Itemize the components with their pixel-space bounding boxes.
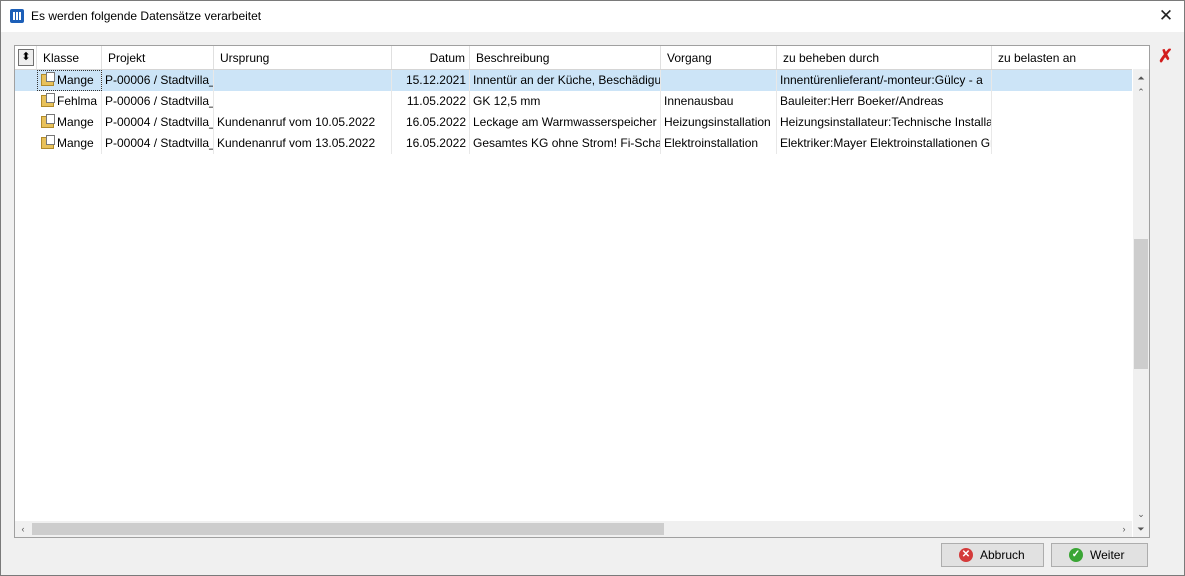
scroll-right-icon[interactable]: › (1116, 522, 1132, 536)
cancel-button[interactable]: ✕ Abbruch (941, 543, 1044, 567)
cell-datum[interactable]: 16.05.2022 (392, 112, 470, 133)
column-header-projekt[interactable]: Projekt (102, 46, 214, 69)
cell-ursprung[interactable]: Kundenanruf vom 10.05.2022 (214, 112, 392, 133)
cell-vorgang[interactable]: Heizungsinstallation (661, 112, 777, 133)
dialog-window: Es werden folgende Datensätze verarbeite… (0, 0, 1185, 576)
vertical-scroll-thumb[interactable] (1134, 239, 1148, 369)
cell-klasse[interactable]: Mange (37, 70, 102, 91)
column-header-beschreibung[interactable]: Beschreibung (470, 46, 661, 69)
cell-vorgang[interactable]: Innenausbau (661, 91, 777, 112)
records-grid: ⬍ Klasse Projekt Ursprung Datum Beschrei… (14, 45, 1150, 538)
cell-klasse[interactable]: Mange (37, 133, 102, 154)
cancel-icon: ✕ (959, 548, 973, 562)
next-button[interactable]: ✓ Weiter (1051, 543, 1148, 567)
cell-zu-belasten-an[interactable] (992, 112, 1132, 133)
scroll-top-icon[interactable]: ⏶ (1133, 71, 1149, 85)
scroll-left-icon[interactable]: ‹ (15, 522, 31, 536)
cell-klasse-text: Mange (57, 115, 94, 129)
cell-datum[interactable]: 11.05.2022 (392, 91, 470, 112)
column-header-zu-belasten-an[interactable]: zu belasten an (992, 46, 1132, 69)
horizontal-scroll-thumb[interactable] (32, 523, 664, 535)
cancel-button-label: Abbruch (980, 548, 1025, 562)
cell-projekt[interactable]: P-00006 / Stadtvilla_ (102, 91, 214, 112)
folder-check-icon (41, 135, 55, 149)
vertical-scrollbar[interactable]: ⏶ ⌃ ⌄ (1133, 69, 1149, 521)
scroll-up-icon[interactable]: ⌃ (1133, 85, 1149, 99)
cell-klasse-text: Fehlma (57, 94, 98, 108)
folder-check-icon (41, 114, 55, 128)
window-title: Es werden folgende Datensätze verarbeite… (31, 9, 262, 23)
table-row[interactable]: Mange P-00004 / Stadtvilla_ Kundenanruf … (15, 112, 1132, 133)
cell-zu-beheben-durch[interactable]: Elektriker:Mayer Elektroinstallationen G… (777, 133, 992, 154)
cell-ursprung[interactable] (214, 70, 392, 91)
cell-klasse[interactable]: Fehlma (37, 91, 102, 112)
table-row[interactable]: Fehlma P-00006 / Stadtvilla_ 11.05.2022 … (15, 91, 1132, 112)
column-header-datum[interactable]: Datum (392, 46, 470, 69)
cell-klasse[interactable]: Mange (37, 112, 102, 133)
table-row[interactable]: Mange P-00004 / Stadtvilla_ Kundenanruf … (15, 133, 1132, 154)
cell-vorgang[interactable] (661, 70, 777, 91)
cell-klasse-text: Mange (57, 73, 94, 87)
app-icon (10, 9, 24, 23)
table-row[interactable]: Mange P-00006 / Stadtvilla_ 15.12.2021 I… (15, 70, 1132, 91)
scroll-corner: ⏷ (1133, 521, 1149, 537)
cell-vorgang[interactable]: Elektroinstallation (661, 133, 777, 154)
red-x-icon[interactable]: ✗ (1158, 47, 1173, 65)
cell-beschreibung[interactable]: Leckage am Warmwasserspeicher - (470, 112, 661, 133)
checkmark-icon: ✓ (1069, 548, 1083, 562)
folder-check-icon (41, 93, 55, 107)
scroll-bottom-icon[interactable]: ⏷ (1133, 522, 1149, 536)
cell-datum[interactable]: 15.12.2021 (392, 70, 470, 91)
cell-projekt[interactable]: P-00006 / Stadtvilla_ (102, 70, 214, 91)
column-header-zu-beheben-durch[interactable]: zu beheben durch (777, 46, 992, 69)
cell-ursprung[interactable]: Kundenanruf vom 13.05.2022 (214, 133, 392, 154)
next-button-label: Weiter (1090, 548, 1125, 562)
cell-datum[interactable]: 16.05.2022 (392, 133, 470, 154)
cell-zu-beheben-durch[interactable]: Heizungsinstallateur:Technische Installa (777, 112, 992, 133)
cell-projekt[interactable]: P-00004 / Stadtvilla_ (102, 112, 214, 133)
sort-arrows-icon[interactable]: ⬍ (18, 49, 34, 66)
cell-beschreibung[interactable]: GK 12,5 mm (470, 91, 661, 112)
cell-zu-belasten-an[interactable] (992, 70, 1132, 91)
cell-beschreibung[interactable]: Innentür an der Küche, Beschädigu (470, 70, 661, 91)
cell-projekt[interactable]: P-00004 / Stadtvilla_ (102, 133, 214, 154)
column-header-ursprung[interactable]: Ursprung (214, 46, 392, 69)
horizontal-scrollbar[interactable]: ‹ › (15, 521, 1132, 537)
grid-header: ⬍ Klasse Projekt Ursprung Datum Beschrei… (15, 46, 1132, 70)
folder-check-icon (41, 72, 55, 86)
title-bar: Es werden folgende Datensätze verarbeite… (1, 1, 1184, 32)
cell-zu-belasten-an[interactable] (992, 91, 1132, 112)
cell-zu-belasten-an[interactable] (992, 133, 1132, 154)
scroll-down-icon[interactable]: ⌄ (1133, 507, 1149, 521)
cell-beschreibung[interactable]: Gesamtes KG ohne Strom! Fi-Schalt (470, 133, 661, 154)
column-header-klasse[interactable]: Klasse (37, 46, 102, 69)
cell-klasse-text: Mange (57, 136, 94, 150)
cell-zu-beheben-durch[interactable]: Innentürenlieferant/-monteur:Gülcy - a (777, 70, 992, 91)
close-icon[interactable]: ✕ (1154, 5, 1178, 27)
cell-zu-beheben-durch[interactable]: Bauleiter:Herr Boeker/Andreas (777, 91, 992, 112)
sort-header-cell[interactable]: ⬍ (15, 46, 37, 69)
column-header-vorgang[interactable]: Vorgang (661, 46, 777, 69)
cell-ursprung[interactable] (214, 91, 392, 112)
